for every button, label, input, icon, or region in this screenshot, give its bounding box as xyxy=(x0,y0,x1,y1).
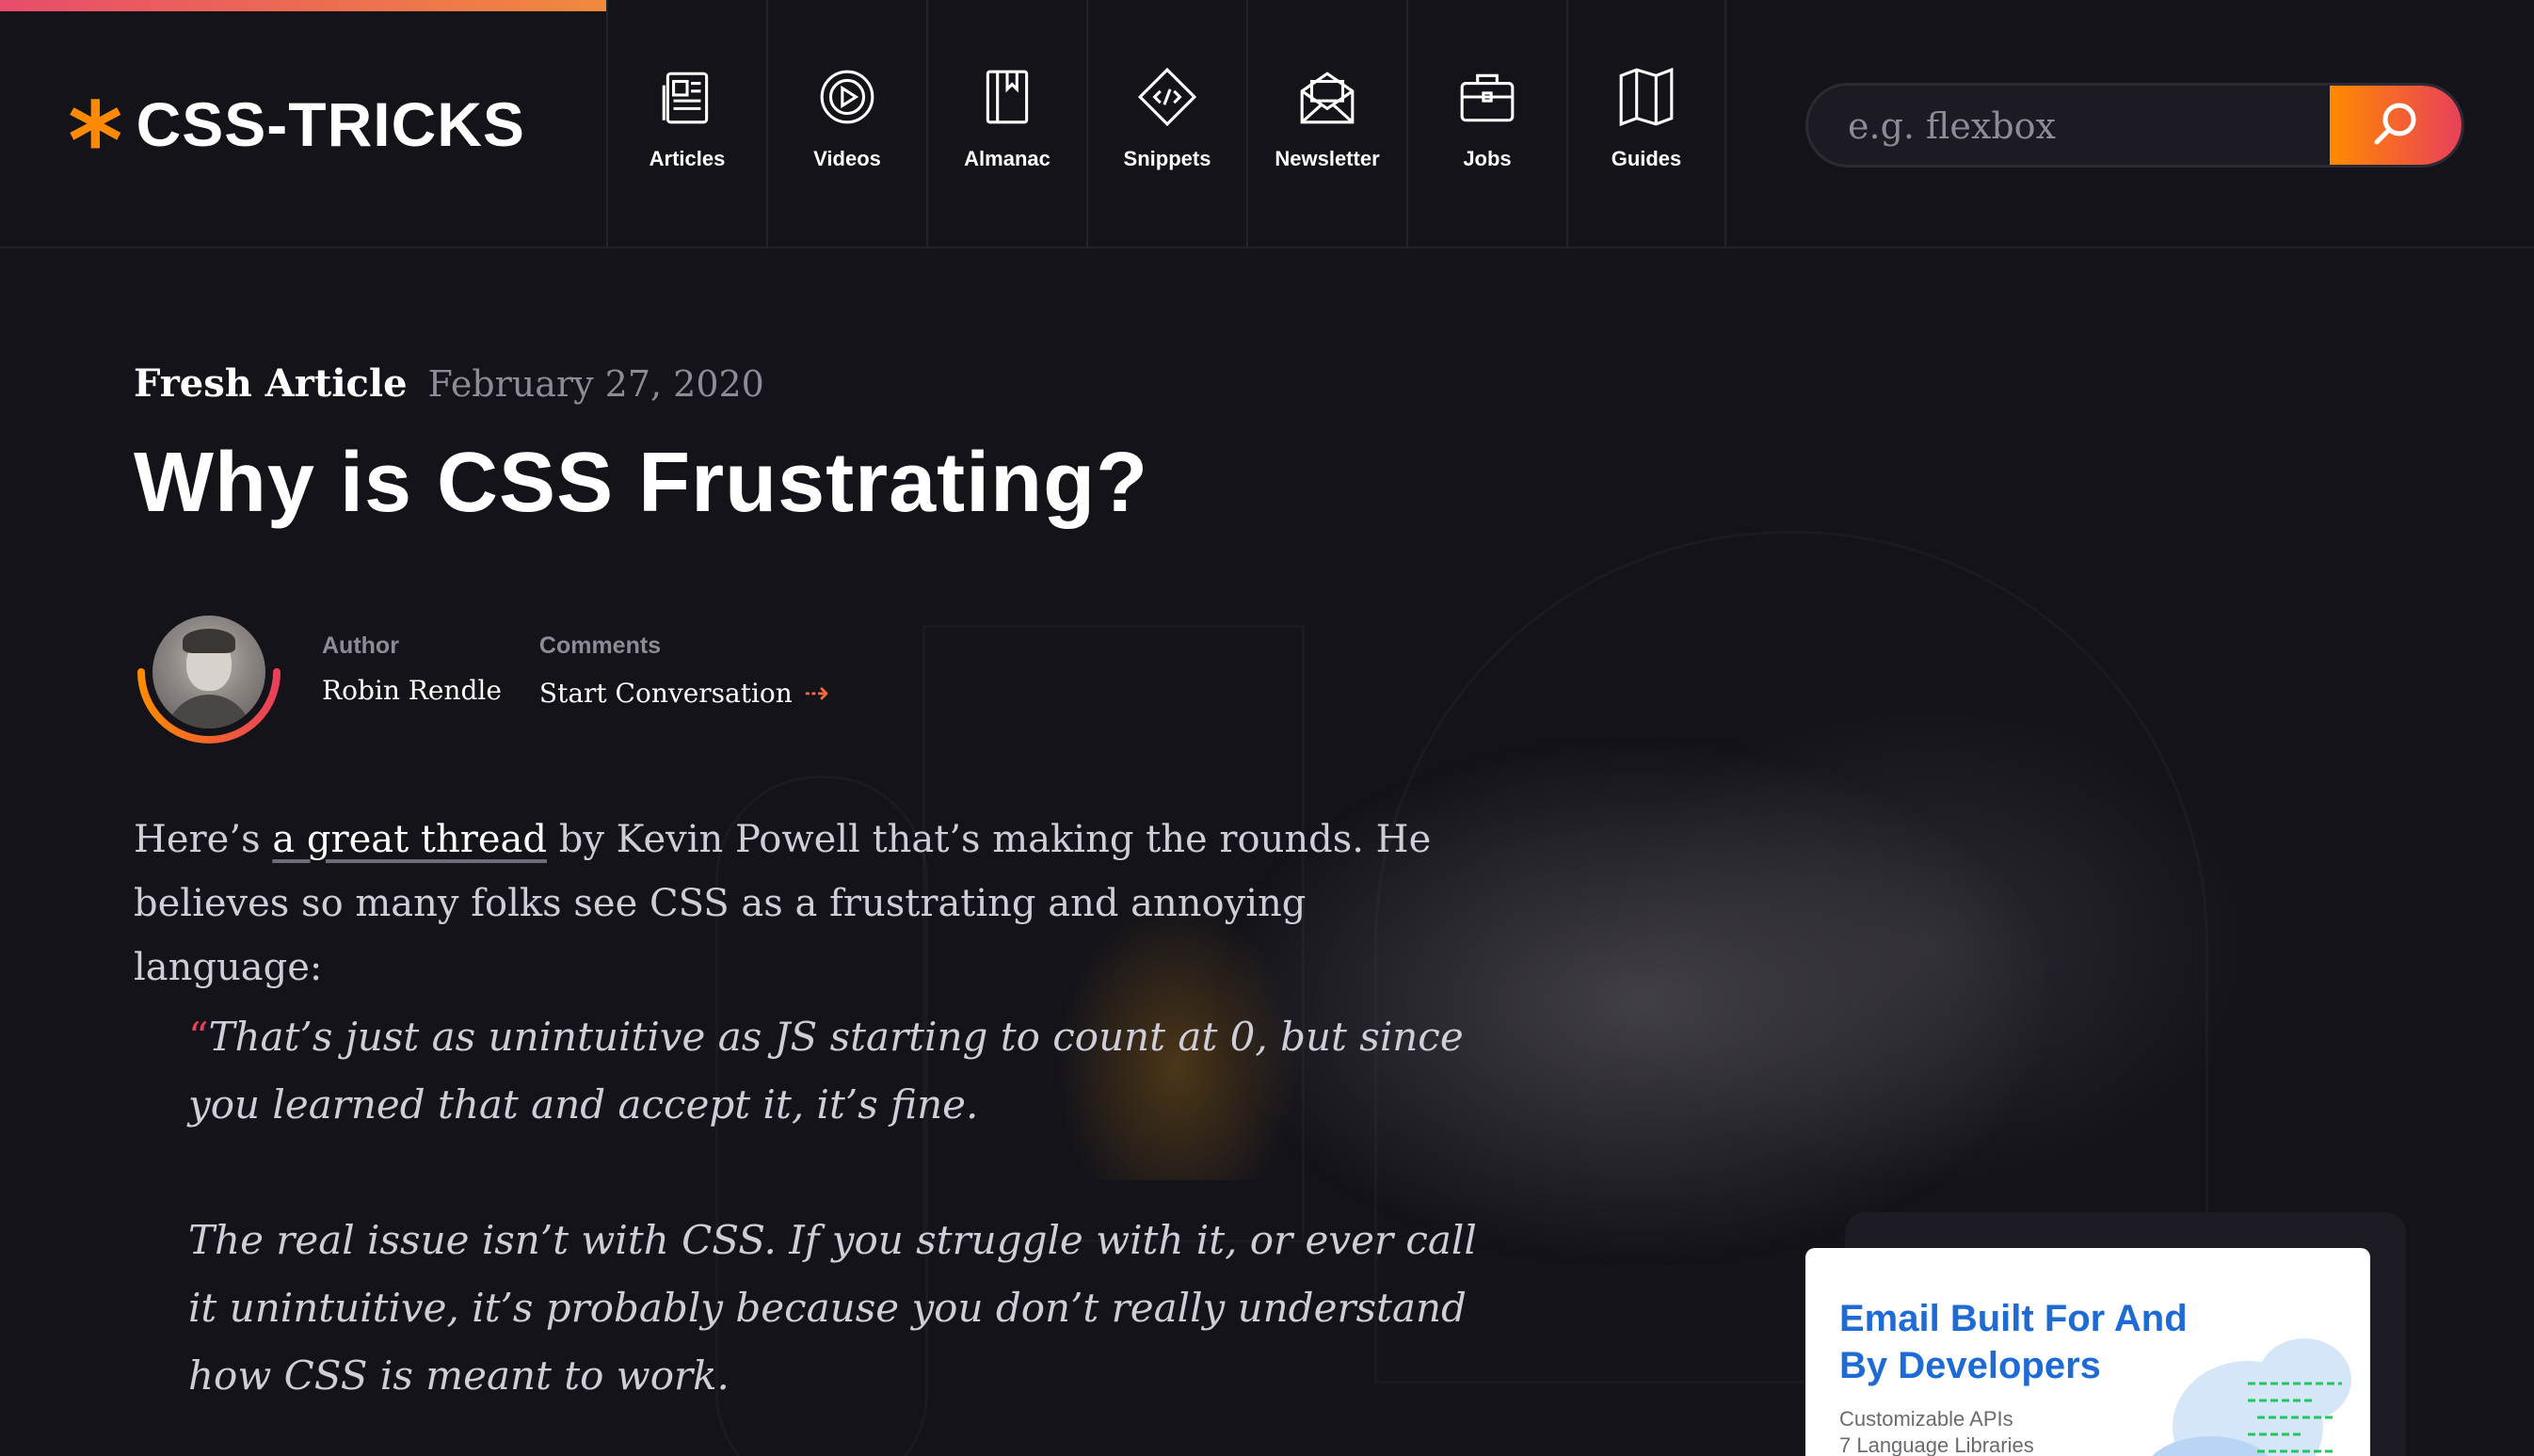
quote-text: The real issue isn’t with CSS. If you st… xyxy=(188,1217,1477,1399)
site-header: * CSS-TRICKS Articles Videos Almanac Sni… xyxy=(0,0,2534,248)
intro-text: Here’s xyxy=(134,818,273,861)
arrow-right-icon: ⇢ xyxy=(803,675,829,711)
article-kicker: Fresh Article February 27, 2020 xyxy=(134,361,764,406)
quote-paragraph: The real issue isn’t with CSS. If you st… xyxy=(188,1207,1506,1410)
nav-item-label: Snippets xyxy=(1123,147,1211,170)
site-logo[interactable]: * CSS-TRICKS xyxy=(68,87,525,195)
search-input[interactable] xyxy=(1846,86,2339,165)
ad-line: 7 Language Libraries xyxy=(1839,1433,2034,1456)
nav-item-snippets[interactable]: Snippets xyxy=(1086,0,1246,247)
start-conversation-link[interactable]: Start Conversation ⇢ xyxy=(539,675,829,711)
main-nav: Articles Videos Almanac Snippets Newslet… xyxy=(606,0,1726,247)
map-icon xyxy=(1619,67,1674,127)
nav-item-almanac[interactable]: Almanac xyxy=(926,0,1086,247)
start-conversation-label: Start Conversation xyxy=(538,677,793,709)
author-label: Author xyxy=(322,632,399,659)
nav-item-guides[interactable]: Guides xyxy=(1566,0,1726,247)
article-tag: Fresh Article xyxy=(134,361,408,406)
asterisk-icon: * xyxy=(68,81,123,203)
comments-block: Comments Start Conversation ⇢ xyxy=(539,632,829,711)
play-circle-icon xyxy=(820,70,874,124)
nav-item-articles[interactable]: Articles xyxy=(606,0,766,247)
cloud-code-illustration xyxy=(2152,1338,2351,1456)
blockquote: “That’s just as unintuitive as JS starti… xyxy=(188,1003,1506,1456)
book-icon xyxy=(986,70,1029,124)
search-bar xyxy=(1805,83,2464,168)
newspaper-icon xyxy=(662,72,709,124)
search-button[interactable] xyxy=(2330,86,2462,165)
bg-cloud xyxy=(1600,700,2259,1190)
nav-item-label: Videos xyxy=(813,147,881,170)
ad-subtext: Customizable APIs 7 Language Libraries xyxy=(1839,1406,2034,1456)
nav-item-label: Almanac xyxy=(964,147,1050,170)
avatar xyxy=(152,616,265,728)
logo-text: CSS-TRICKS xyxy=(136,89,525,159)
quote-text: That’s just as unintuitive as JS startin… xyxy=(188,1014,1464,1128)
nav-item-label: Jobs xyxy=(1463,147,1512,170)
nav-item-newsletter[interactable]: Newsletter xyxy=(1246,0,1406,247)
article-meta: Author Robin Rendle Comments Start Conve… xyxy=(134,612,829,747)
briefcase-icon xyxy=(1460,73,1515,122)
intro-paragraph: Here’s a great thread by Kevin Powell th… xyxy=(134,808,1489,1000)
quote-paragraph: “That’s just as unintuitive as JS starti… xyxy=(188,1003,1506,1139)
author-avatar[interactable] xyxy=(134,612,290,747)
search-icon xyxy=(2374,103,2416,145)
nav-item-videos[interactable]: Videos xyxy=(766,0,926,247)
sponsor-ad[interactable]: Email Built For And By Developers Custom… xyxy=(1805,1248,2370,1456)
nav-item-label: Newsletter xyxy=(1275,147,1380,170)
author-block: Author Robin Rendle xyxy=(322,632,502,706)
reading-progress-bar xyxy=(0,0,609,11)
ad-line: Customizable APIs xyxy=(1839,1407,2013,1431)
article-date: February 27, 2020 xyxy=(427,363,764,405)
thread-link[interactable]: a great thread xyxy=(272,818,547,861)
article-title: Why is CSS Frustrating? xyxy=(134,436,1149,530)
nav-item-label: Articles xyxy=(649,147,726,170)
nav-item-label: Guides xyxy=(1611,147,1682,170)
ad-headline: Email Built For And By Developers xyxy=(1839,1298,2188,1386)
envelope-icon xyxy=(1300,72,1355,124)
comments-label: Comments xyxy=(538,632,662,659)
author-name-link[interactable]: Robin Rendle xyxy=(322,675,502,706)
quote-mark-icon: “ xyxy=(188,1014,209,1060)
code-diamond-icon xyxy=(1137,67,1197,127)
nav-item-jobs[interactable]: Jobs xyxy=(1406,0,1566,247)
